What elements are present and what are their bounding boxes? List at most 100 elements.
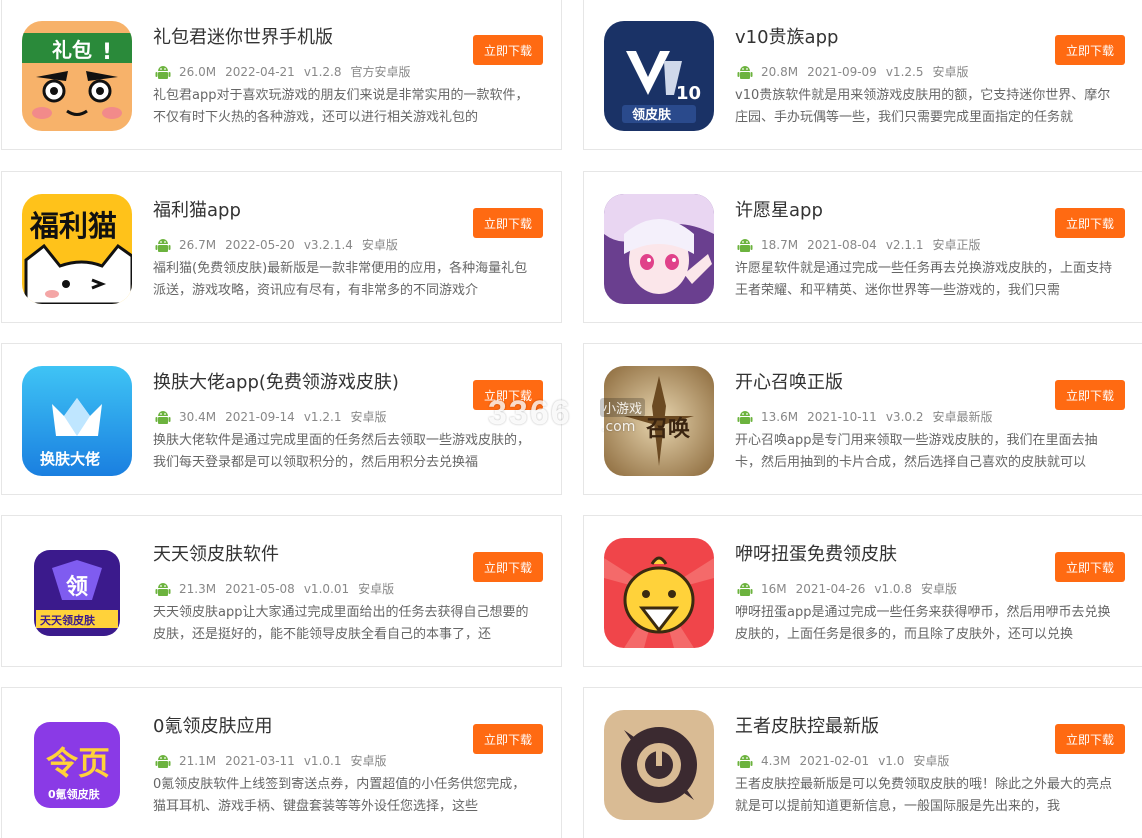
app-tag: 安卓最新版 (932, 410, 993, 424)
app-tag: 安卓版 (358, 582, 395, 596)
download-button[interactable]: 立即下载 (1055, 380, 1125, 410)
app-tag: 安卓版 (361, 238, 398, 252)
app-meta: 30.4M 2021-09-14 v1.2.1 安卓版 (155, 408, 386, 425)
svg-text:领: 领 (66, 574, 88, 600)
svg-text:令页: 令页 (46, 744, 110, 782)
app-size: 16M (761, 581, 787, 596)
app-meta: 4.3M 2021-02-01 v1.0 安卓版 (737, 752, 949, 769)
0ke-icon[interactable]: 令页 0氪领皮肤 (22, 710, 132, 820)
app-title[interactable]: 礼包君迷你世界手机版 (153, 23, 333, 49)
app-description: 许愿星软件就是通过完成一些任务再去兑换游戏皮肤的，上面支持王者荣耀、和平精英、迷… (735, 261, 1113, 298)
app-description: 王者皮肤控最新版是可以免费领取皮肤的哦！除此之外最大的亮点就是可以提前知道更新信… (735, 777, 1113, 814)
app-meta: 21.1M 2021-03-11 v1.0.1 安卓版 (155, 752, 386, 769)
app-card[interactable]: 礼包 ! 礼包君迷你世界手机版 26.0M 2022-04-21 v1.2.8 … (1, 0, 562, 150)
app-card[interactable]: 10 领皮肤 v10贵族app 20.8M 2021-09-09 v1.2.5 … (583, 0, 1142, 150)
app-title[interactable]: 换肤大佬app(免费领游戏皮肤) (153, 368, 399, 394)
app-title[interactable]: 福利猫app (153, 196, 241, 222)
app-version: v3.2.1.4 (303, 237, 353, 252)
libaojun-icon[interactable]: 礼包 ! (22, 21, 132, 131)
app-card[interactable]: 召唤 开心召唤正版 13.6M 2021-10-11 v3.0.2 安卓最新版 … (583, 343, 1142, 495)
android-icon (737, 754, 753, 768)
app-date: 2021-02-01 (799, 753, 870, 768)
android-icon (737, 410, 753, 424)
svg-text:10: 10 (676, 83, 701, 104)
app-meta: 21.3M 2021-05-08 v1.0.01 安卓版 (155, 580, 394, 597)
app-title[interactable]: 开心召唤正版 (735, 368, 843, 394)
tiantianling-icon[interactable]: 领 天天领皮肤 (22, 538, 132, 648)
app-tag: 安卓正版 (932, 238, 981, 252)
download-button[interactable]: 立即下载 (473, 724, 543, 754)
app-date: 2021-05-08 (225, 581, 295, 596)
download-button[interactable]: 立即下载 (473, 208, 543, 238)
xuyuanxing-icon[interactable] (604, 194, 714, 304)
yiyaniudan-icon[interactable] (604, 538, 714, 648)
app-version: v2.1.1 (885, 237, 924, 252)
app-description: 0氪领皮肤软件上线签到寄送点券，内置超值的小任务供您完成，猫耳耳机、游戏手柄、键… (153, 777, 526, 814)
app-size: 18.7M (761, 237, 799, 252)
app-title[interactable]: 咿呀扭蛋免费领皮肤 (735, 540, 897, 566)
download-button[interactable]: 立即下载 (473, 552, 543, 582)
download-button[interactable]: 立即下载 (1055, 552, 1125, 582)
app-card[interactable]: 许愿星app 18.7M 2021-08-04 v2.1.1 安卓正版 许愿星软… (583, 171, 1142, 323)
app-date: 2022-05-20 (225, 237, 295, 252)
app-card[interactable]: 咿呀扭蛋免费领皮肤 16M 2021-04-26 v1.0.8 安卓版 咿呀扭蛋… (583, 515, 1142, 667)
android-icon (155, 754, 171, 768)
app-tag: 安卓版 (913, 754, 950, 768)
app-card[interactable]: 领 天天领皮肤 天天领皮肤软件 21.3M 2021-05-08 v1.0.01… (1, 515, 562, 667)
download-button[interactable]: 立即下载 (473, 380, 543, 410)
app-version: v1.2.5 (885, 64, 924, 79)
app-date: 2021-10-11 (807, 409, 877, 424)
app-description: 福利猫(免费领皮肤)最新版是一款非常便用的应用，各种海量礼包派送，游戏攻略，资讯… (153, 261, 528, 298)
app-version: v1.0.01 (303, 581, 350, 596)
huanfudalao-icon[interactable]: 换肤大佬 (22, 366, 132, 476)
download-button[interactable]: 立即下载 (1055, 35, 1125, 65)
app-title[interactable]: 天天领皮肤软件 (153, 540, 279, 566)
download-button[interactable]: 立即下载 (1055, 724, 1125, 754)
app-version: v1.0 (878, 753, 905, 768)
libaojun-icon-text: 礼包 (52, 38, 92, 62)
app-version: v1.2.1 (303, 409, 342, 424)
app-card[interactable]: 福利猫 福利猫app 26.7M 2022-05-20 v3.2.1.4 安卓版… (1, 171, 562, 323)
app-size: 13.6M (761, 409, 799, 424)
kaixinzhaohuan-icon[interactable]: 召唤 (604, 366, 714, 476)
android-icon (155, 65, 171, 79)
tiantianling-icon-text: 天天领皮肤 (40, 613, 96, 627)
app-date: 2021-03-11 (225, 753, 295, 768)
app-title[interactable]: 许愿星app (735, 196, 823, 222)
app-card[interactable]: 换肤大佬 换肤大佬app(免费领游戏皮肤) 30.4M 2021-09-14 v… (1, 343, 562, 495)
app-tag: 安卓版 (350, 754, 387, 768)
app-description: v10贵族软件就是用来领游戏皮肤用的额，它支持迷你世界、摩尔庄园、手办玩偶等一些… (735, 88, 1111, 125)
app-title[interactable]: v10贵族app (735, 23, 838, 49)
v10-icon-text: 领皮肤 (632, 107, 672, 123)
app-size: 26.7M (179, 237, 217, 252)
app-size: 30.4M (179, 409, 217, 424)
app-size: 26.0M (179, 64, 217, 79)
v10-icon[interactable]: 10 领皮肤 (604, 21, 714, 131)
fulimao-icon[interactable]: 福利猫 (22, 194, 132, 304)
app-size: 21.1M (179, 753, 217, 768)
app-card[interactable]: 令页 0氪领皮肤 0氪领皮肤应用 21.1M 2021-03-11 v1.0.1… (1, 687, 562, 838)
app-title[interactable]: 王者皮肤控最新版 (735, 712, 879, 738)
app-description: 礼包君app对于喜欢玩游戏的朋友们来说是非常实用的一款软件，不仅有时下火热的各种… (153, 88, 529, 125)
android-icon (155, 582, 171, 596)
huanfudalao-icon-text: 换肤大佬 (40, 450, 100, 468)
app-tag: 安卓版 (350, 410, 387, 424)
app-meta: 26.0M 2022-04-21 v1.2.8 官方安卓版 (155, 63, 410, 80)
app-meta: 13.6M 2021-10-11 v3.0.2 安卓最新版 (737, 408, 992, 425)
app-meta: 26.7M 2022-05-20 v3.2.1.4 安卓版 (155, 236, 398, 253)
app-version: v1.0.1 (303, 753, 342, 768)
wangzhepifukong-icon[interactable] (604, 710, 714, 820)
app-tag: 安卓版 (932, 65, 969, 79)
app-description: 换肤大佬软件是通过完成里面的任务然后去领取一些游戏皮肤的，我们每天登录都是可以领… (153, 433, 531, 470)
download-button[interactable]: 立即下载 (473, 35, 543, 65)
app-card[interactable]: 王者皮肤控最新版 4.3M 2021-02-01 v1.0 安卓版 王者皮肤控最… (583, 687, 1142, 838)
app-date: 2021-09-14 (225, 409, 295, 424)
app-title[interactable]: 0氪领皮肤应用 (153, 712, 272, 738)
download-button[interactable]: 立即下载 (1055, 208, 1125, 238)
app-date: 2021-04-26 (795, 581, 866, 596)
app-description: 天天领皮肤app让大家通过完成里面给出的任务去获得自己想要的皮肤，还是挺好的，能… (153, 605, 529, 642)
app-size: 20.8M (761, 64, 799, 79)
0ke-icon-text: 0氪领皮肤 (48, 787, 101, 801)
android-icon (155, 238, 171, 252)
app-tag: 官方安卓版 (350, 65, 411, 79)
